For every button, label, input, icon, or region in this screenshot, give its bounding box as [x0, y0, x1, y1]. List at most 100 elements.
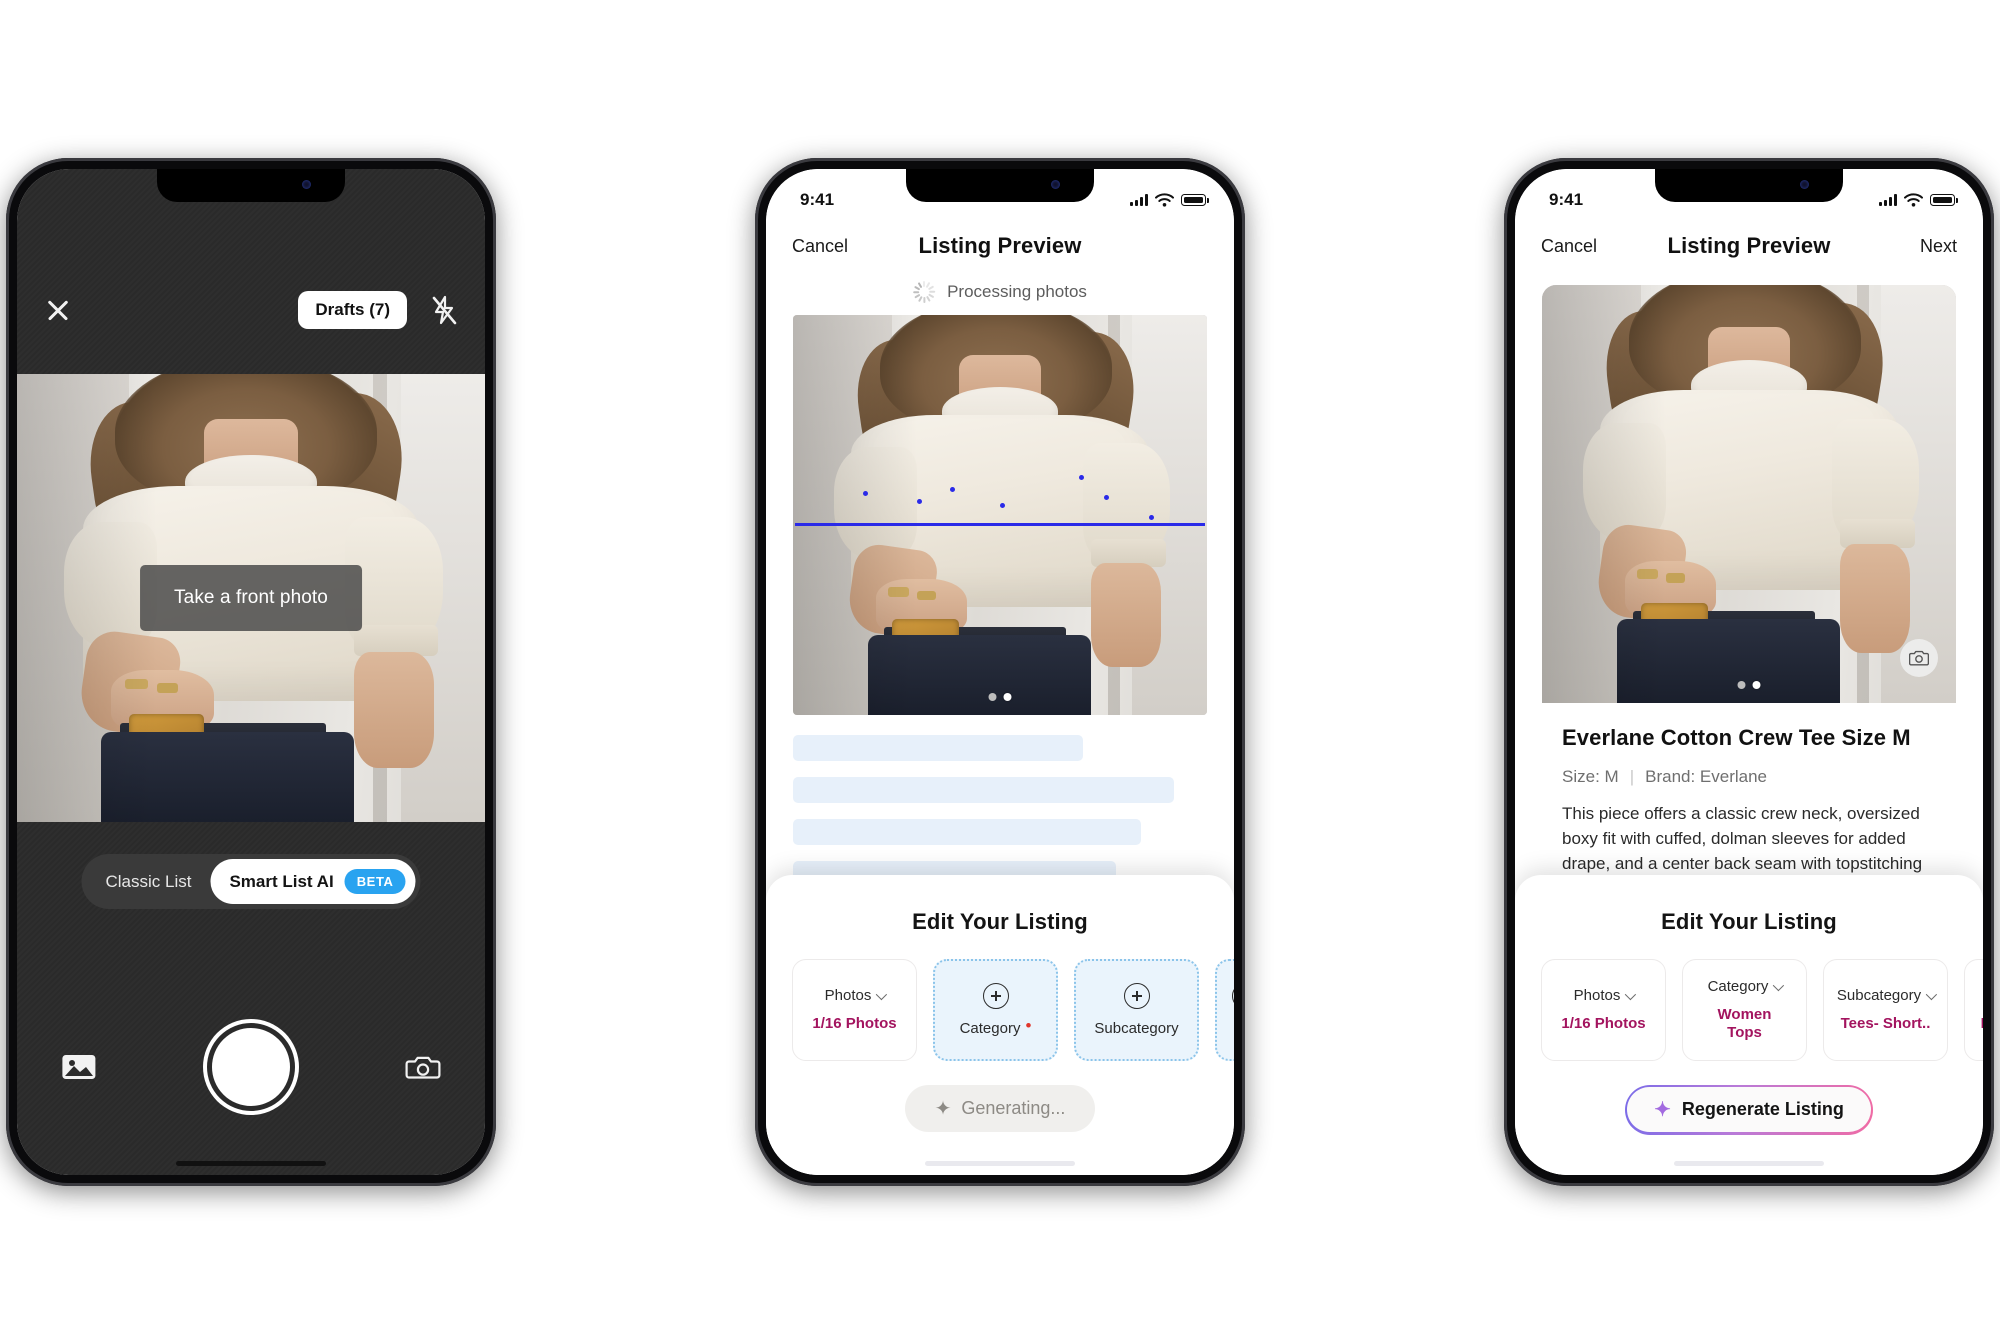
chip-subcategory-label: Subcategory — [1836, 987, 1922, 1004]
status-time: 9:41 — [1549, 190, 1584, 209]
status-indicators — [1879, 193, 1958, 207]
meta-divider: | — [1629, 767, 1635, 786]
regenerate-listing-button[interactable]: ✦ Regenerate Listing — [1624, 1085, 1874, 1135]
flash-off-icon[interactable] — [429, 294, 459, 326]
add-circle-icon — [1123, 983, 1150, 1009]
listing-size: Size: M — [1562, 767, 1619, 786]
chip-brand-value: Eve — [1981, 1015, 1983, 1033]
listing-meta: Size: M | Brand: Everlane — [1562, 767, 1936, 787]
chevron-down-icon — [1925, 988, 1938, 1000]
chip-category-label: Category — [959, 1020, 1021, 1037]
edit-listing-sheet: Edit Your Listing Photos 1/16 Photos Cat… — [1515, 875, 1983, 1175]
garment-photo — [793, 315, 1207, 715]
attribute-chips-row[interactable]: Photos 1/16 Photos Category • Subcategory — [766, 959, 1234, 1061]
chip-brand-partial[interactable]: B — [1215, 959, 1234, 1061]
carousel-dot[interactable] — [1737, 681, 1746, 689]
listing-photo-carousel[interactable] — [793, 315, 1207, 715]
battery-icon — [1930, 194, 1958, 206]
skeleton-line — [793, 777, 1174, 803]
sheet-title: Edit Your Listing — [912, 909, 1088, 934]
chevron-down-icon — [1625, 988, 1637, 1000]
chip-subcategory[interactable]: Subcategory — [1074, 959, 1199, 1061]
device-notch — [1655, 169, 1843, 202]
home-indicator — [925, 1161, 1075, 1166]
front-camera-dot — [1800, 180, 1809, 189]
beta-badge: BETA — [344, 869, 406, 894]
chip-subcategory-label: Subcategory — [1094, 1020, 1179, 1037]
camera-live-preview[interactable]: Take a front photo — [17, 374, 485, 822]
photo-library-icon[interactable] — [61, 1051, 97, 1083]
next-button[interactable]: Next — [1899, 236, 1957, 257]
skeleton-line — [793, 735, 1083, 761]
wifi-icon — [1155, 193, 1174, 207]
front-camera-dot — [1051, 180, 1060, 189]
camera-bottom-area: Classic List Smart List AI BETA — [17, 822, 485, 1175]
chip-brand-label: Bra — [1982, 987, 1983, 1004]
carousel-dot[interactable] — [988, 693, 997, 701]
flip-camera-icon[interactable] — [405, 1051, 441, 1083]
front-camera-dot — [302, 180, 311, 189]
battery-icon — [1181, 194, 1209, 206]
wifi-icon — [1904, 193, 1923, 207]
home-indicator — [1674, 1161, 1824, 1166]
phone-3-generated: 9:41 Cancel Listing Preview Next Everlan… — [1504, 158, 1994, 1186]
device-notch — [157, 169, 345, 202]
add-circle-icon — [1232, 983, 1234, 1009]
close-x-icon[interactable] — [43, 295, 73, 325]
chip-photos-label: Photos — [1573, 987, 1621, 1004]
cancel-button[interactable]: Cancel — [1541, 236, 1599, 257]
listing-preview-processing-screen: 9:41 Cancel Listing Preview Processing p… — [766, 169, 1234, 1175]
generating-button: ✦ Generating... — [904, 1085, 1096, 1132]
add-circle-icon — [982, 983, 1009, 1009]
processing-label: Processing photos — [947, 282, 1087, 301]
chip-subcategory[interactable]: Subcategory Tees- Short.. — [1823, 959, 1948, 1061]
signal-bars-icon — [1879, 194, 1897, 206]
chip-category[interactable]: Category • — [933, 959, 1058, 1061]
chevron-down-icon — [876, 988, 888, 1000]
chevron-down-icon — [1773, 979, 1785, 991]
attribute-chips-row[interactable]: Photos 1/16 Photos Category Women Tops S… — [1515, 959, 1983, 1061]
chip-photos-value: 1/16 Photos — [1561, 1015, 1646, 1032]
garment-photo — [1542, 285, 1956, 703]
home-indicator — [176, 1161, 326, 1166]
camera-icon[interactable] — [1900, 639, 1938, 677]
camera-controls-row — [17, 1023, 485, 1111]
chip-photos[interactable]: Photos 1/16 Photos — [792, 959, 917, 1061]
phone-2-processing: 9:41 Cancel Listing Preview Processing p… — [755, 158, 1245, 1186]
processing-status: Processing photos — [766, 281, 1234, 303]
sparkle-icon: ✦ — [934, 1097, 952, 1120]
cancel-button[interactable]: Cancel — [792, 236, 850, 257]
chip-subcategory-value: Tees- Short.. — [1840, 1015, 1931, 1032]
signal-bars-icon — [1130, 194, 1148, 206]
status-indicators — [1130, 193, 1209, 207]
carousel-dot-active[interactable] — [1003, 693, 1012, 701]
chip-photos[interactable]: Photos 1/16 Photos — [1541, 959, 1666, 1061]
nav-bar: Cancel Listing Preview Next — [1515, 217, 1983, 275]
classic-list-tab[interactable]: Classic List — [86, 862, 210, 902]
drafts-button[interactable]: Drafts (7) — [298, 291, 407, 329]
generating-label: Generating... — [961, 1098, 1066, 1118]
camera-topbar: Drafts (7) — [17, 282, 485, 338]
sheet-title: Edit Your Listing — [1661, 909, 1837, 934]
shutter-button[interactable] — [207, 1023, 295, 1111]
list-mode-switch: Classic List Smart List AI BETA — [81, 854, 421, 909]
chip-category[interactable]: Category Women Tops — [1682, 959, 1807, 1061]
chip-category-value: Women Tops — [1717, 1006, 1772, 1041]
three-phone-mockup: Drafts (7) Take a front photo Classic Li… — [0, 0, 2000, 1344]
carousel-dots[interactable] — [1737, 681, 1761, 689]
sparkle-icon: ✦ — [1654, 1098, 1671, 1121]
status-time: 9:41 — [800, 190, 835, 209]
chip-photos-label: Photos — [824, 987, 872, 1004]
carousel-dots[interactable] — [988, 693, 1012, 701]
device-notch — [906, 169, 1094, 202]
listing-photo-carousel[interactable] — [1542, 285, 1956, 703]
nav-bar: Cancel Listing Preview — [766, 217, 1234, 275]
chip-photos-value: 1/16 Photos — [812, 1015, 897, 1032]
chip-brand-partial[interactable]: Bra Eve — [1964, 959, 1983, 1061]
skeleton-line — [793, 819, 1141, 845]
edit-listing-sheet: Edit Your Listing Photos 1/16 Photos Cat… — [766, 875, 1234, 1175]
listing-title: Everlane Cotton Crew Tee Size M — [1562, 725, 1911, 750]
carousel-dot-active[interactable] — [1752, 681, 1761, 689]
take-front-photo-hint: Take a front photo — [140, 565, 362, 631]
smart-list-ai-tab[interactable]: Smart List AI BETA — [210, 859, 416, 904]
